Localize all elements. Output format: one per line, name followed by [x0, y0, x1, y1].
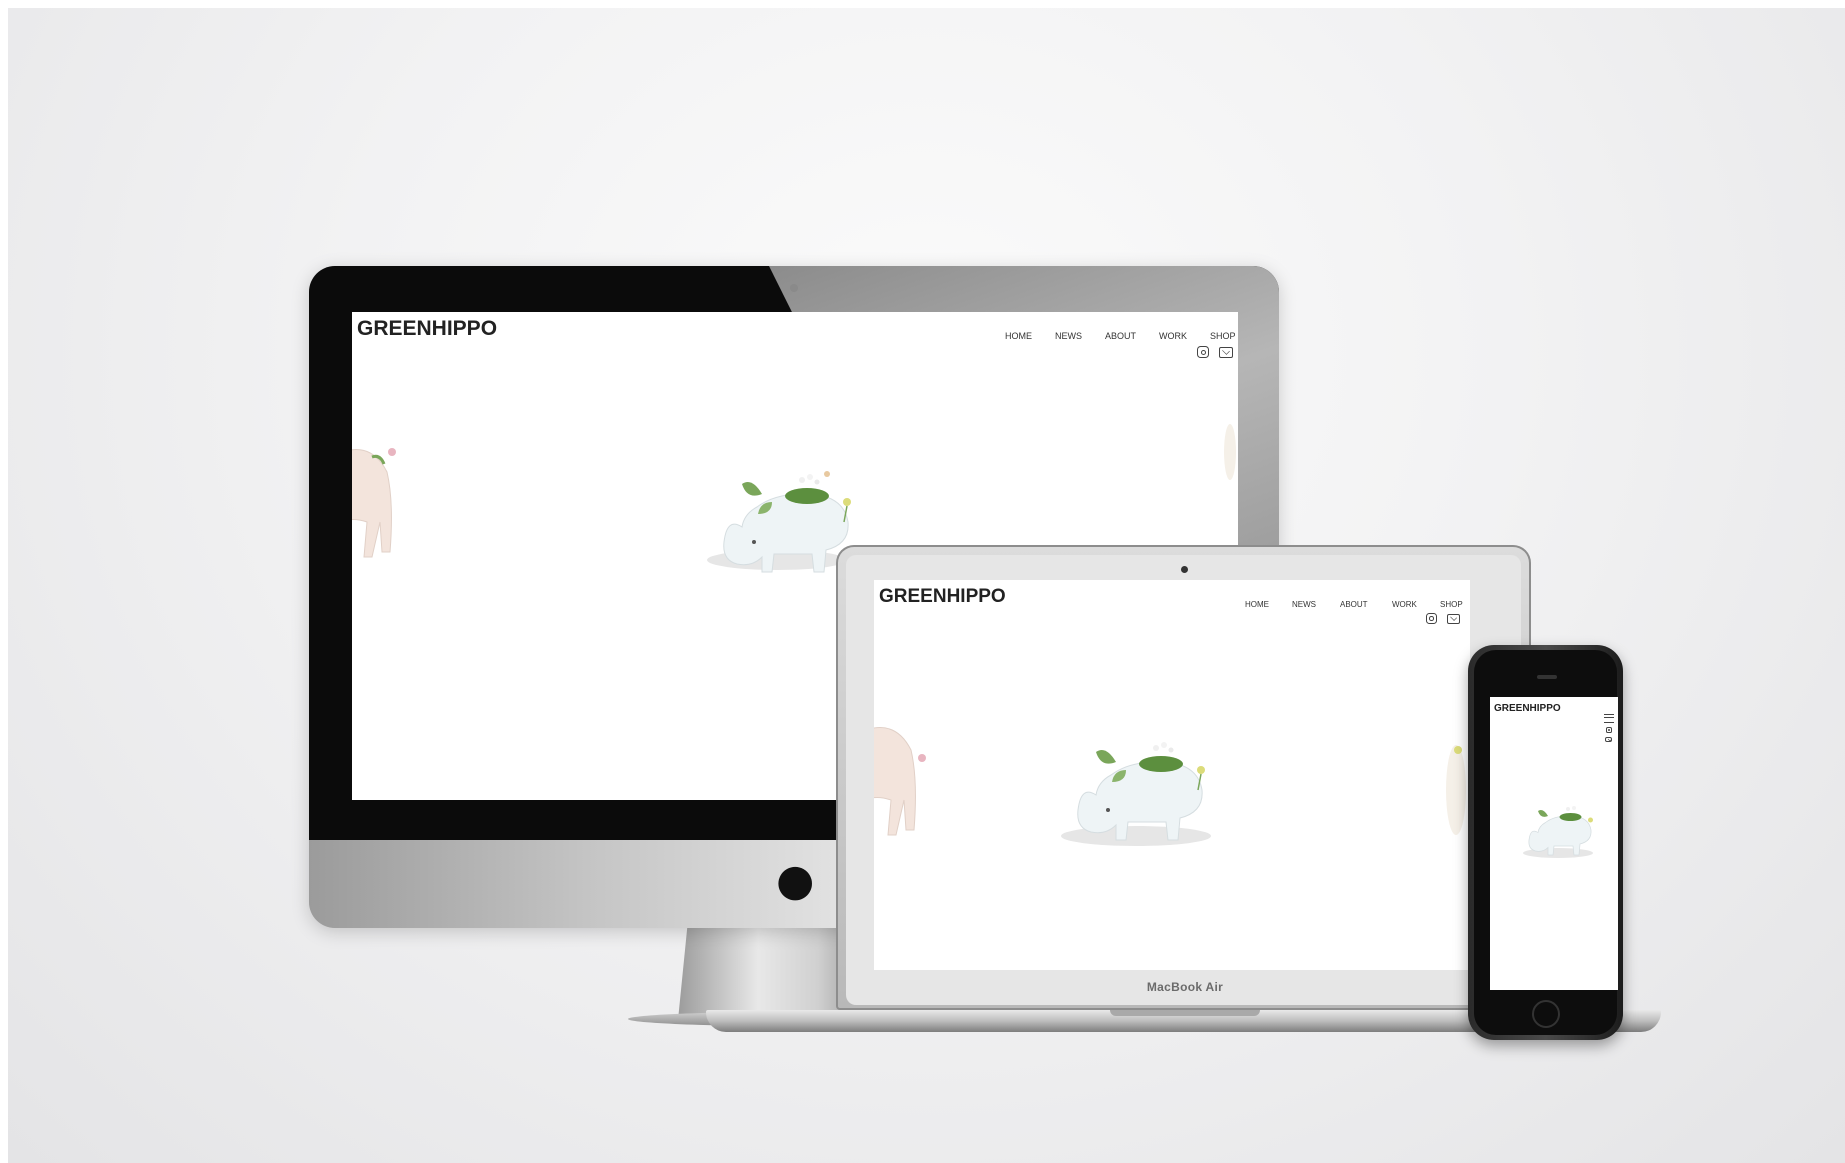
- macbook-opening-notch: [1110, 1010, 1260, 1016]
- iphone-home-button: [1532, 1000, 1560, 1028]
- macbook-label: MacBook Air: [1146, 980, 1224, 994]
- hippo-figure-image: [874, 727, 1466, 846]
- iphone-website-screen: GREENHIPPO: [1490, 697, 1618, 990]
- macbook-website-screen: GREENHIPPO HOME NEWS ABOUT WORK SHOP: [874, 580, 1470, 970]
- imac-camera: [790, 284, 798, 292]
- macbook-camera: [1181, 566, 1188, 573]
- iphone-speaker: [1537, 675, 1557, 679]
- hippo-figure-image: [1523, 806, 1593, 858]
- apple-logo-icon: ●: [776, 855, 815, 906]
